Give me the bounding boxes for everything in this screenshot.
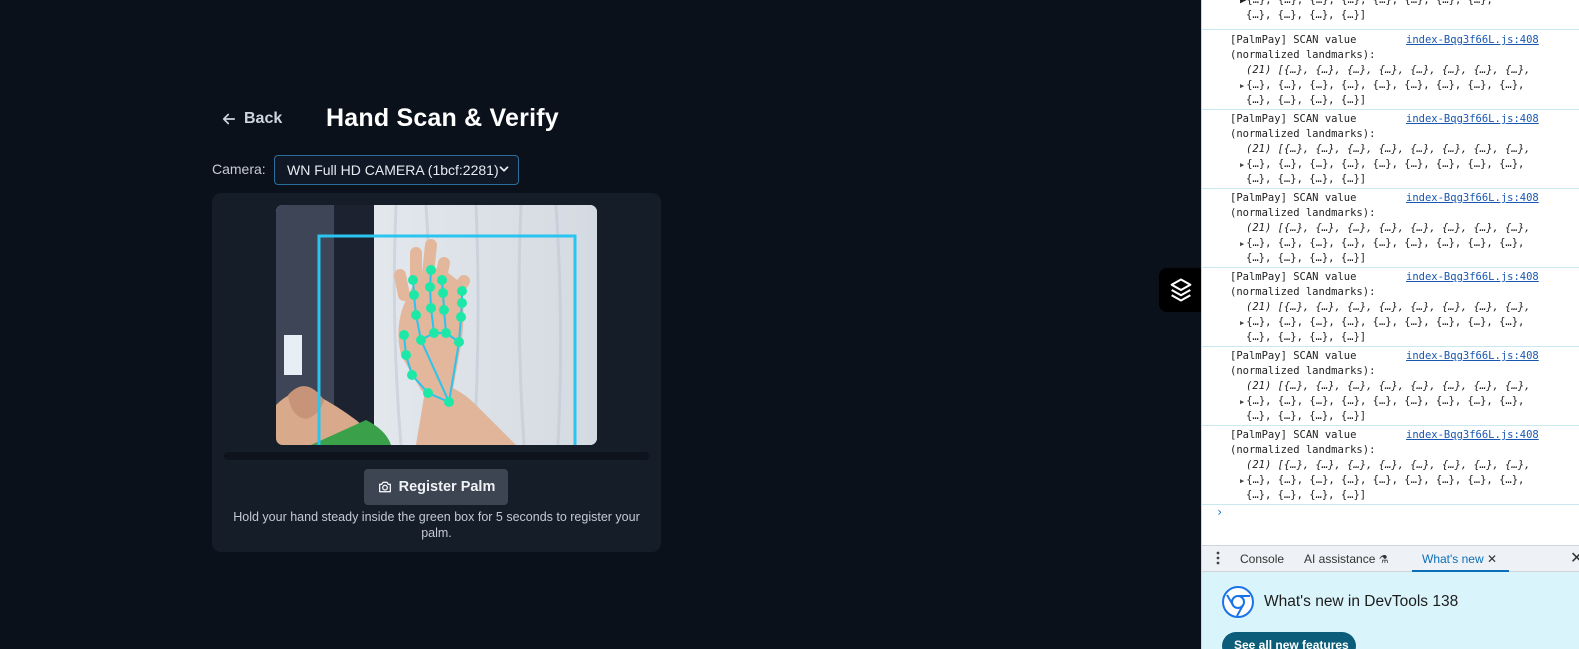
log-text: (normalized landmarks): xyxy=(1230,365,1376,377)
scan-hint-text: Hold your hand steady inside the green b… xyxy=(233,510,640,540)
source-link[interactable]: index-Bqg3f66L.js:408 xyxy=(1406,350,1539,362)
expand-triangle-icon[interactable]: ▶ xyxy=(1240,240,1244,248)
log-text: [PalmPay] SCAN value xyxy=(1230,113,1357,125)
console-message: [PalmPay] SCAN value index-Bqg3f66L.js:4… xyxy=(1202,426,1579,505)
expand-triangle-icon[interactable]: ▶ xyxy=(1240,477,1244,485)
more-options-icon[interactable] xyxy=(1216,551,1220,565)
array-line: {…}, {…}, {…}, {…}] xyxy=(1246,9,1367,21)
close-tab-icon[interactable]: ✕ xyxy=(1487,552,1497,566)
log-text: [PalmPay] SCAN value xyxy=(1230,34,1357,46)
array-line: (21) [{…}, {…}, {…}, {…}, {…}, {…}, {…},… xyxy=(1246,459,1531,471)
array-line: {…}, {…}, {…}, {…}, {…}, {…}, {…}, {…}, … xyxy=(1246,395,1525,407)
log-text: [PalmPay] SCAN value xyxy=(1230,429,1357,441)
source-link[interactable]: index-Bqg3f66L.js:408 xyxy=(1406,34,1539,46)
camera-select[interactable]: WN Full HD CAMERA (1bcf:2281) xyxy=(274,155,519,185)
chevron-down-icon xyxy=(499,166,509,172)
extension-toggle-button[interactable] xyxy=(1159,268,1202,312)
tab-ai-assistance-label: AI assistance xyxy=(1304,552,1376,566)
console-message-partial: ▶{…}, {…}, {…}, {…}, {…}, {…}, {…}, {…},… xyxy=(1202,0,1579,30)
array-line: {…}, {…}, {…}, {…}] xyxy=(1246,331,1367,343)
log-text: [PalmPay] SCAN value xyxy=(1230,350,1357,362)
array-line: (21) [{…}, {…}, {…}, {…}, {…}, {…}, {…},… xyxy=(1246,301,1531,313)
devtools-panel: ▶{…}, {…}, {…}, {…}, {…}, {…}, {…}, {…},… xyxy=(1201,0,1579,649)
array-line: {…}, {…}, {…}, {…}] xyxy=(1246,252,1367,264)
array-line: {…}, {…}, {…}, {…}] xyxy=(1246,173,1367,185)
log-text: [PalmPay] SCAN value xyxy=(1230,271,1357,283)
source-link[interactable]: index-Bqg3f66L.js:408 xyxy=(1406,271,1539,283)
tab-ai-assistance[interactable]: AI assistance ⚗ xyxy=(1304,552,1389,566)
source-link[interactable]: index-Bqg3f66L.js:408 xyxy=(1406,192,1539,204)
array-line: {…}, {…}, {…}, {…}, {…}, {…}, {…}, {…}, … xyxy=(1246,474,1525,486)
tab-whats-new[interactable]: What's new ✕ xyxy=(1411,552,1510,572)
tab-whats-new-label: What's new xyxy=(1422,552,1484,566)
log-text: (normalized landmarks): xyxy=(1230,286,1376,298)
expand-triangle-icon[interactable]: ▶ xyxy=(1240,319,1244,327)
log-text: (normalized landmarks): xyxy=(1230,444,1376,456)
arrow-left-icon xyxy=(222,113,236,125)
expand-triangle-icon[interactable]: ▶ xyxy=(1240,82,1244,90)
whats-new-panel: What's new in DevTools 138 See all new f… xyxy=(1202,572,1579,649)
source-link[interactable]: index-Bqg3f66L.js:408 xyxy=(1406,429,1539,441)
log-text: (normalized landmarks): xyxy=(1230,207,1376,219)
layers-icon xyxy=(1170,278,1191,302)
flask-icon: ⚗ xyxy=(1378,554,1389,566)
camera-icon xyxy=(378,481,391,493)
log-text: (normalized landmarks): xyxy=(1230,49,1376,61)
back-button[interactable]: Back xyxy=(220,110,282,128)
camera-label: Camera: xyxy=(212,161,266,177)
array-line: (21) [{…}, {…}, {…}, {…}, {…}, {…}, {…},… xyxy=(1246,380,1531,392)
array-line: (21) [{…}, {…}, {…}, {…}, {…}, {…}, {…},… xyxy=(1246,64,1531,76)
array-line: {…}, {…}, {…}, {…}, {…}, {…}, {…}, {…}, … xyxy=(1246,316,1525,328)
register-palm-label: Register Palm xyxy=(398,479,496,495)
log-text: [PalmPay] SCAN value xyxy=(1230,192,1357,204)
page-title: Hand Scan & Verify xyxy=(326,104,559,132)
console-prompt[interactable]: › xyxy=(1216,505,1223,519)
console-message: [PalmPay] SCAN value index-Bqg3f66L.js:4… xyxy=(1202,268,1579,347)
array-line: (21) [{…}, {…}, {…}, {…}, {…}, {…}, {…},… xyxy=(1246,143,1531,155)
expand-triangle-icon[interactable]: ▶ xyxy=(1240,398,1244,406)
log-text: (normalized landmarks): xyxy=(1230,128,1376,140)
close-drawer-icon[interactable]: ✕ xyxy=(1570,548,1579,568)
see-all-features-button[interactable]: See all new features xyxy=(1222,632,1356,649)
expand-triangle-icon[interactable]: ▶ xyxy=(1240,161,1244,169)
console-message: [PalmPay] SCAN value index-Bqg3f66L.js:4… xyxy=(1202,31,1579,110)
array-line: (21) [{…}, {…}, {…}, {…}, {…}, {…}, {…},… xyxy=(1246,222,1531,234)
array-line: {…}, {…}, {…}, {…}, {…}, {…}, {…}, {…}, … xyxy=(1246,79,1525,91)
chrome-devtools-logo-icon xyxy=(1222,586,1254,618)
console-log-area[interactable]: ▶{…}, {…}, {…}, {…}, {…}, {…}, {…}, {…},… xyxy=(1202,0,1579,545)
source-link[interactable]: index-Bqg3f66L.js:408 xyxy=(1406,113,1539,125)
array-line: {…}, {…}, {…}, {…}] xyxy=(1246,410,1367,422)
camera-feed xyxy=(276,205,597,445)
scan-progress-bar xyxy=(224,452,649,460)
array-line: {…}, {…}, {…}, {…}] xyxy=(1246,94,1367,106)
tab-console[interactable]: Console xyxy=(1240,552,1284,566)
camera-select-value: WN Full HD CAMERA (1bcf:2281) xyxy=(287,162,499,178)
drawer-tab-bar: Console AI assistance ⚗ What's new ✕ ✕ xyxy=(1202,545,1579,572)
array-line: {…}, {…}, {…}, {…}] xyxy=(1246,489,1367,501)
app-panel: Back Hand Scan & Verify Camera: WN Full … xyxy=(0,0,1201,649)
register-palm-button[interactable]: Register Palm xyxy=(364,469,508,505)
console-message: [PalmPay] SCAN value index-Bqg3f66L.js:4… xyxy=(1202,110,1579,189)
whats-new-title: What's new in DevTools 138 xyxy=(1264,593,1459,610)
array-line: {…}, {…}, {…}, {…}, {…}, {…}, {…}, {…}, … xyxy=(1246,158,1525,170)
camera-feed-image xyxy=(276,205,597,445)
console-message: [PalmPay] SCAN value index-Bqg3f66L.js:4… xyxy=(1202,347,1579,426)
console-message: [PalmPay] SCAN value index-Bqg3f66L.js:4… xyxy=(1202,189,1579,268)
array-line: {…}, {…}, {…}, {…}, {…}, {…}, {…}, {…}, … xyxy=(1246,237,1525,249)
array-line: {…}, {…}, {…}, {…}, {…}, {…}, {…}, {…}, xyxy=(1246,0,1493,6)
back-label: Back xyxy=(244,110,283,127)
